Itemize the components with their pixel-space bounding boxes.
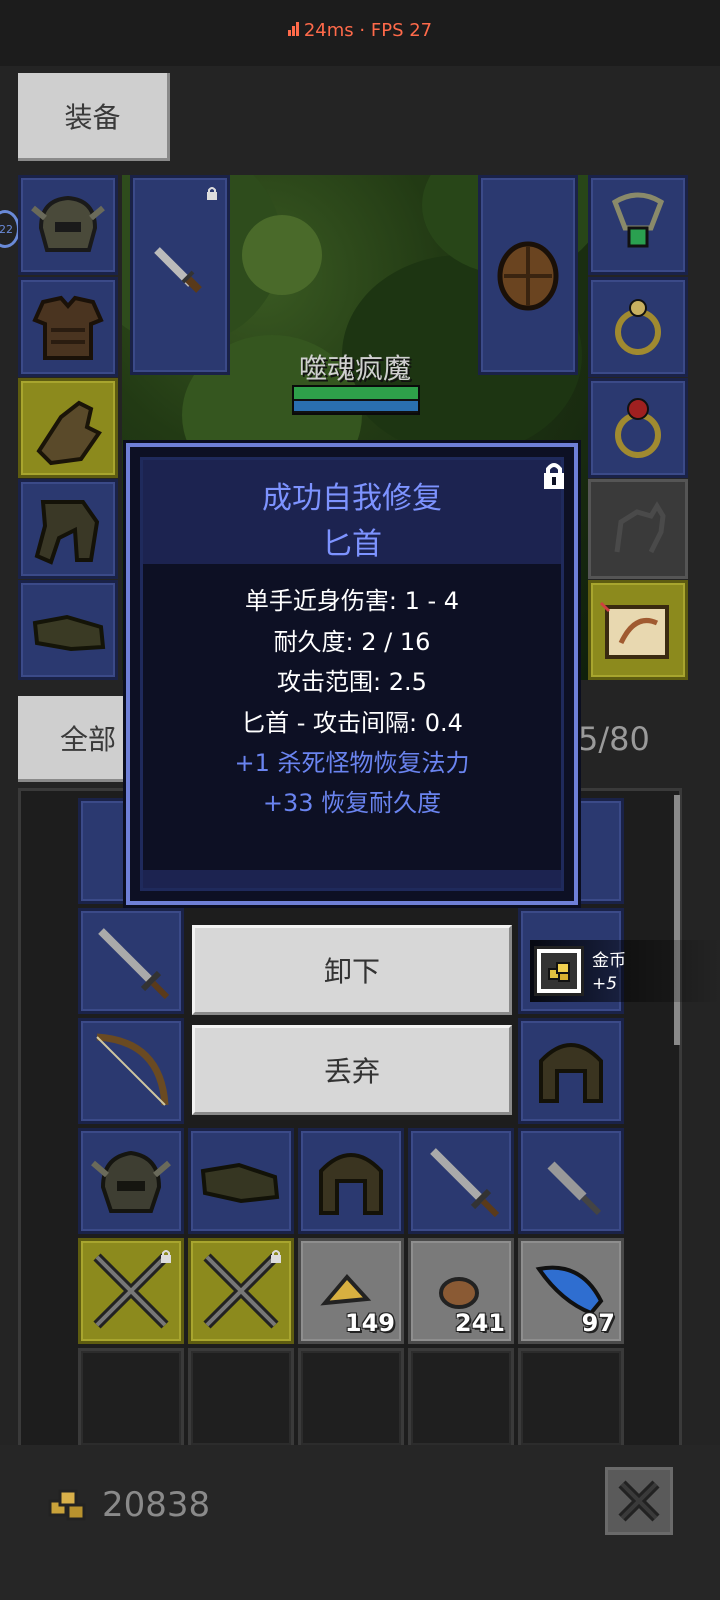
inventory-slot[interactable]	[188, 1348, 294, 1448]
helmet-icon	[31, 195, 105, 252]
inventory-slot[interactable]: 241	[408, 1238, 514, 1344]
signal-icon	[287, 20, 300, 41]
inventory-slot[interactable]	[78, 1348, 184, 1448]
toast-icon-frame	[534, 946, 584, 996]
equip-slot-gloves[interactable]	[18, 378, 118, 478]
equip-slot-ring-1[interactable]	[588, 277, 688, 377]
scroll-icon	[599, 601, 669, 659]
sword-icon	[430, 1148, 500, 1218]
ring-icon	[615, 299, 661, 355]
toast-label: 金币	[592, 951, 626, 971]
amulet-icon	[611, 192, 665, 248]
bow-icon	[96, 1033, 169, 1106]
status-separator: ·	[359, 20, 366, 41]
gloves-icon	[36, 400, 102, 466]
tab-all-label: 全部	[60, 722, 117, 756]
tab-equipment-label: 装备	[64, 100, 121, 134]
equip-slot-offhand[interactable]	[478, 175, 578, 375]
monster-health-bar	[292, 385, 420, 415]
unequip-button[interactable]: 卸下	[192, 925, 512, 1015]
tooltip-title: 成功自我修复	[262, 481, 442, 516]
inventory-capacity: 5/80	[578, 720, 650, 758]
ping-text: 24ms	[303, 20, 354, 41]
boots-icon	[32, 614, 106, 652]
tooltip-stat: 耐久度: 2 / 16	[273, 628, 431, 656]
equip-slot-boots[interactable]	[18, 580, 118, 680]
equip-slot-scroll[interactable]	[588, 580, 688, 680]
tooltip-item-name: 匕首	[322, 527, 382, 562]
inventory-slot[interactable]	[78, 1018, 184, 1124]
dagger-icon	[154, 247, 202, 293]
gold-total: 20838	[102, 1485, 211, 1525]
boots-icon	[200, 1162, 280, 1204]
hood-icon	[319, 1153, 383, 1215]
status-bar: 24ms · FPS 27	[0, 0, 720, 66]
inventory-slot[interactable]	[518, 1128, 624, 1234]
inventory-slot[interactable]	[78, 908, 184, 1014]
gold-coins-icon	[548, 962, 570, 982]
lock-icon	[161, 1250, 171, 1263]
level-badge-text: 22	[0, 222, 13, 236]
pickup-toast: 金币 +5	[530, 940, 720, 1002]
equip-slot-pants[interactable]	[18, 479, 118, 579]
pants-icon	[34, 500, 100, 565]
item-count: 97	[581, 1309, 615, 1337]
bottom-bar: 20838	[0, 1445, 720, 1600]
lock-icon	[271, 1250, 281, 1263]
tooltip-bonus: +1 杀死怪物恢复法力	[234, 749, 470, 777]
sword-icon	[98, 928, 170, 1000]
ruby-ring-icon	[615, 398, 661, 458]
inventory-slot[interactable]	[408, 1348, 514, 1448]
tooltip-stat: 单手近身伤害: 1 - 4	[244, 587, 460, 615]
level-badge: 22	[0, 210, 20, 248]
close-button[interactable]	[605, 1467, 673, 1535]
equip-slot-helmet[interactable]	[18, 175, 118, 275]
inventory-slot[interactable]	[298, 1128, 404, 1234]
equip-slot-pet[interactable]	[588, 479, 688, 579]
inventory-scrollbar[interactable]	[674, 795, 680, 1045]
toast-amount: +5	[592, 974, 618, 994]
item-count: 241	[454, 1309, 505, 1337]
drop-button-label: 丢弃	[323, 1055, 380, 1088]
pet-silhouette-icon	[614, 501, 666, 554]
equip-slot-armor[interactable]	[18, 277, 118, 377]
tab-equipment[interactable]: 装备	[18, 73, 170, 161]
inventory-slot[interactable]	[518, 1348, 624, 1448]
inventory-slot[interactable]: 97	[518, 1238, 624, 1344]
equip-slot-amulet[interactable]	[588, 175, 688, 275]
item-tooltip: 成功自我修复 匕首 单手近身伤害: 1 - 4 耐久度: 2 / 16 攻击范围…	[126, 443, 578, 905]
fps-text: FPS 27	[370, 20, 433, 41]
inventory-slot[interactable]	[78, 1238, 184, 1344]
drop-button[interactable]: 丢弃	[192, 1025, 512, 1115]
unequip-button-label: 卸下	[323, 955, 380, 988]
armor-icon	[32, 295, 104, 360]
gold-coins-icon	[48, 1489, 86, 1521]
inventory-slot[interactable]	[518, 1018, 624, 1124]
equip-slot-weapon[interactable]	[130, 175, 230, 375]
lock-icon	[207, 187, 217, 200]
inventory-slot[interactable]	[188, 1238, 294, 1344]
inventory-slot[interactable]	[188, 1128, 294, 1234]
inventory-slot[interactable]	[78, 1128, 184, 1234]
inventory-slot[interactable]: 149	[298, 1238, 404, 1344]
helmet-icon	[91, 1150, 171, 1213]
knife-icon	[547, 1161, 602, 1216]
close-icon	[618, 1480, 660, 1522]
tooltip-stat: 攻击范围: 2.5	[277, 668, 427, 696]
equip-slot-ring-2[interactable]	[588, 378, 688, 478]
tooltip-bonus: +33 恢复耐久度	[262, 789, 442, 817]
inventory-slot[interactable]	[298, 1348, 404, 1448]
item-count: 149	[344, 1309, 395, 1337]
tooltip-stat: 匕首 - 攻击间隔: 0.4	[241, 709, 463, 737]
hood-icon	[539, 1043, 603, 1103]
shield-icon	[497, 241, 559, 311]
inventory-slot[interactable]	[408, 1128, 514, 1234]
